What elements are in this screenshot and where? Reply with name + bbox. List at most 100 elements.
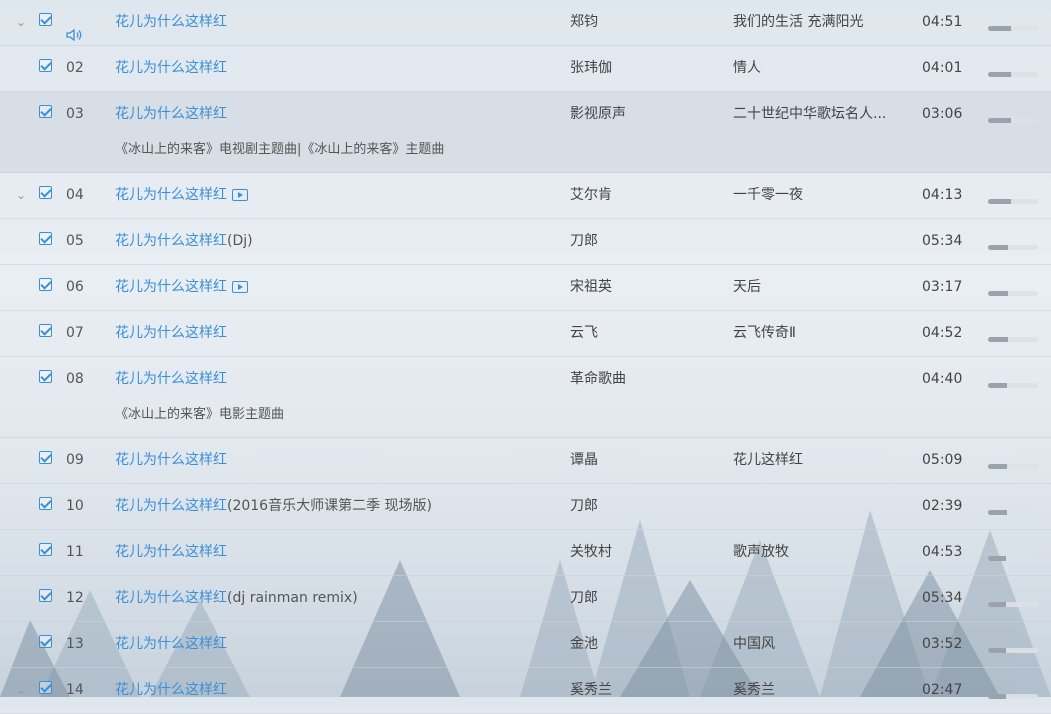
artist-name[interactable]: 张玮伽 (570, 46, 612, 91)
mv-play-icon[interactable] (232, 189, 248, 201)
popularity-bar (988, 245, 1038, 250)
chevron-down-icon[interactable]: ⌄ (14, 0, 28, 45)
song-row[interactable]: 12 花儿为什么这样红(dj rainman remix) 刀郎 05:34 (0, 576, 1051, 622)
song-duration: 04:13 (922, 187, 963, 203)
song-checkbox[interactable] (39, 186, 52, 199)
song-checkbox[interactable] (39, 370, 52, 383)
popularity-fill (988, 245, 1008, 250)
chevron-down-icon[interactable]: ⌄ (14, 173, 28, 218)
song-row[interactable]: ⌄ 14 花儿为什么这样红 奚秀兰 奚秀兰 02:47 (0, 668, 1051, 714)
song-title[interactable]: 花儿为什么这样红 (115, 92, 227, 137)
song-row[interactable]: ⌄ 04 花儿为什么这样红 艾尔肯 一千零一夜 04:13 (0, 173, 1051, 219)
song-checkbox[interactable] (39, 451, 52, 464)
popularity-fill (988, 26, 1011, 31)
artist-name[interactable]: 革命歌曲 (570, 357, 626, 402)
song-title[interactable]: 花儿为什么这样红 (115, 668, 227, 713)
track-number: 03 (66, 106, 84, 122)
popularity-fill (988, 337, 1008, 342)
popularity-fill (988, 118, 1011, 123)
popularity-fill (988, 556, 1006, 561)
artist-name[interactable]: 刀郎 (570, 484, 598, 529)
popularity-bar (988, 648, 1038, 653)
track-number: 04 (66, 187, 84, 203)
song-checkbox[interactable] (39, 278, 52, 291)
song-title[interactable]: 花儿为什么这样红 (115, 173, 248, 218)
popularity-fill (988, 291, 1008, 296)
song-duration: 05:09 (922, 452, 963, 468)
song-title[interactable]: 花儿为什么这样红 (115, 530, 227, 575)
song-checkbox[interactable] (39, 635, 52, 648)
song-title[interactable]: 花儿为什么这样红(dj rainman remix) (115, 576, 358, 621)
album-name[interactable]: 奚秀兰 (733, 668, 775, 713)
mv-play-icon[interactable] (232, 281, 248, 293)
song-duration: 04:51 (922, 14, 963, 30)
song-row[interactable]: 11 花儿为什么这样红 关牧村 歌声放牧 04:53 (0, 530, 1051, 576)
artist-name[interactable]: 影视原声 (570, 92, 626, 137)
popularity-fill (988, 602, 1006, 607)
song-title[interactable]: 花儿为什么这样红 (115, 622, 227, 667)
artist-name[interactable]: 谭晶 (570, 438, 598, 483)
song-duration: 04:40 (922, 371, 963, 387)
song-checkbox[interactable] (39, 13, 52, 26)
artist-name[interactable]: 云飞 (570, 311, 598, 356)
song-title[interactable]: 花儿为什么这样红 (115, 0, 227, 45)
popularity-bar (988, 199, 1038, 204)
song-row[interactable]: 03 花儿为什么这样红 影视原声 二十世纪中华歌坛名人... 03:06 《冰山上的来客》… (0, 92, 1051, 173)
album-name[interactable]: 歌声放牧 (733, 530, 789, 575)
song-row[interactable]: ⌄ 花儿为什么这样红 郑钧 我们的生活 充满阳光 04:51 (0, 0, 1051, 46)
popularity-bar (988, 510, 1038, 515)
song-row[interactable]: 10 花儿为什么这样红(2016音乐大师课第二季 现场版) 刀郎 02:39 (0, 484, 1051, 530)
artist-name[interactable]: 金池 (570, 622, 598, 667)
song-row[interactable]: 02 花儿为什么这样红 张玮伽 情人 04:01 (0, 46, 1051, 92)
song-title[interactable]: 花儿为什么这样红 (115, 311, 227, 356)
song-duration: 04:53 (922, 544, 963, 560)
artist-name[interactable]: 关牧村 (570, 530, 612, 575)
song-row[interactable]: 13 花儿为什么这样红 金池 中国风 03:52 (0, 622, 1051, 668)
song-checkbox[interactable] (39, 681, 52, 694)
song-title[interactable]: 花儿为什么这样红 (115, 265, 248, 310)
track-number: 11 (66, 544, 84, 560)
track-number: 12 (66, 590, 84, 606)
song-checkbox[interactable] (39, 232, 52, 245)
popularity-bar (988, 602, 1038, 607)
song-duration: 02:39 (922, 498, 963, 514)
artist-name[interactable]: 奚秀兰 (570, 668, 612, 713)
song-checkbox[interactable] (39, 105, 52, 118)
artist-name[interactable]: 艾尔肯 (570, 173, 612, 218)
song-row[interactable]: 09 花儿为什么这样红 谭晶 花儿这样红 05:09 (0, 438, 1051, 484)
song-description: 《冰山上的来客》电视剧主题曲|《冰山上的来客》主题曲 (115, 142, 445, 157)
song-duration: 05:34 (922, 233, 963, 249)
artist-name[interactable]: 刀郎 (570, 219, 598, 264)
album-name[interactable]: 我们的生活 充满阳光 (733, 0, 863, 45)
song-title[interactable]: 花儿为什么这样红(Dj) (115, 219, 253, 264)
song-row[interactable]: 06 花儿为什么这样红 宋祖英 天后 03:17 (0, 265, 1051, 311)
popularity-bar (988, 383, 1038, 388)
song-row[interactable]: 07 花儿为什么这样红 云飞 云飞传奇Ⅱ 04:52 (0, 311, 1051, 357)
song-checkbox[interactable] (39, 543, 52, 556)
album-name[interactable]: 花儿这样红 (733, 438, 803, 483)
album-name[interactable]: 二十世纪中华歌坛名人... (733, 92, 886, 137)
album-name[interactable]: 天后 (733, 265, 761, 310)
song-title[interactable]: 花儿为什么这样红(2016音乐大师课第二季 现场版) (115, 484, 432, 529)
song-checkbox[interactable] (39, 59, 52, 72)
song-row[interactable]: 05 花儿为什么这样红(Dj) 刀郎 05:34 (0, 219, 1051, 265)
artist-name[interactable]: 刀郎 (570, 576, 598, 621)
song-checkbox[interactable] (39, 589, 52, 602)
song-row[interactable]: 08 花儿为什么这样红 革命歌曲 04:40 《冰山上的来客》电影主题曲 (0, 357, 1051, 438)
song-title[interactable]: 花儿为什么这样红 (115, 357, 227, 402)
artist-name[interactable]: 宋祖英 (570, 265, 612, 310)
song-title[interactable]: 花儿为什么这样红 (115, 438, 227, 483)
album-name[interactable]: 云飞传奇Ⅱ (733, 311, 796, 356)
album-name[interactable]: 情人 (733, 46, 761, 91)
song-checkbox[interactable] (39, 497, 52, 510)
popularity-fill (988, 383, 1007, 388)
chevron-down-icon[interactable]: ⌄ (14, 668, 28, 713)
song-title[interactable]: 花儿为什么这样红 (115, 46, 227, 91)
song-title-suffix: (Dj) (227, 233, 253, 249)
popularity-fill (988, 648, 1006, 653)
song-checkbox[interactable] (39, 324, 52, 337)
album-name[interactable]: 中国风 (733, 622, 775, 667)
popularity-bar (988, 26, 1038, 31)
artist-name[interactable]: 郑钧 (570, 0, 598, 45)
album-name[interactable]: 一千零一夜 (733, 173, 803, 218)
